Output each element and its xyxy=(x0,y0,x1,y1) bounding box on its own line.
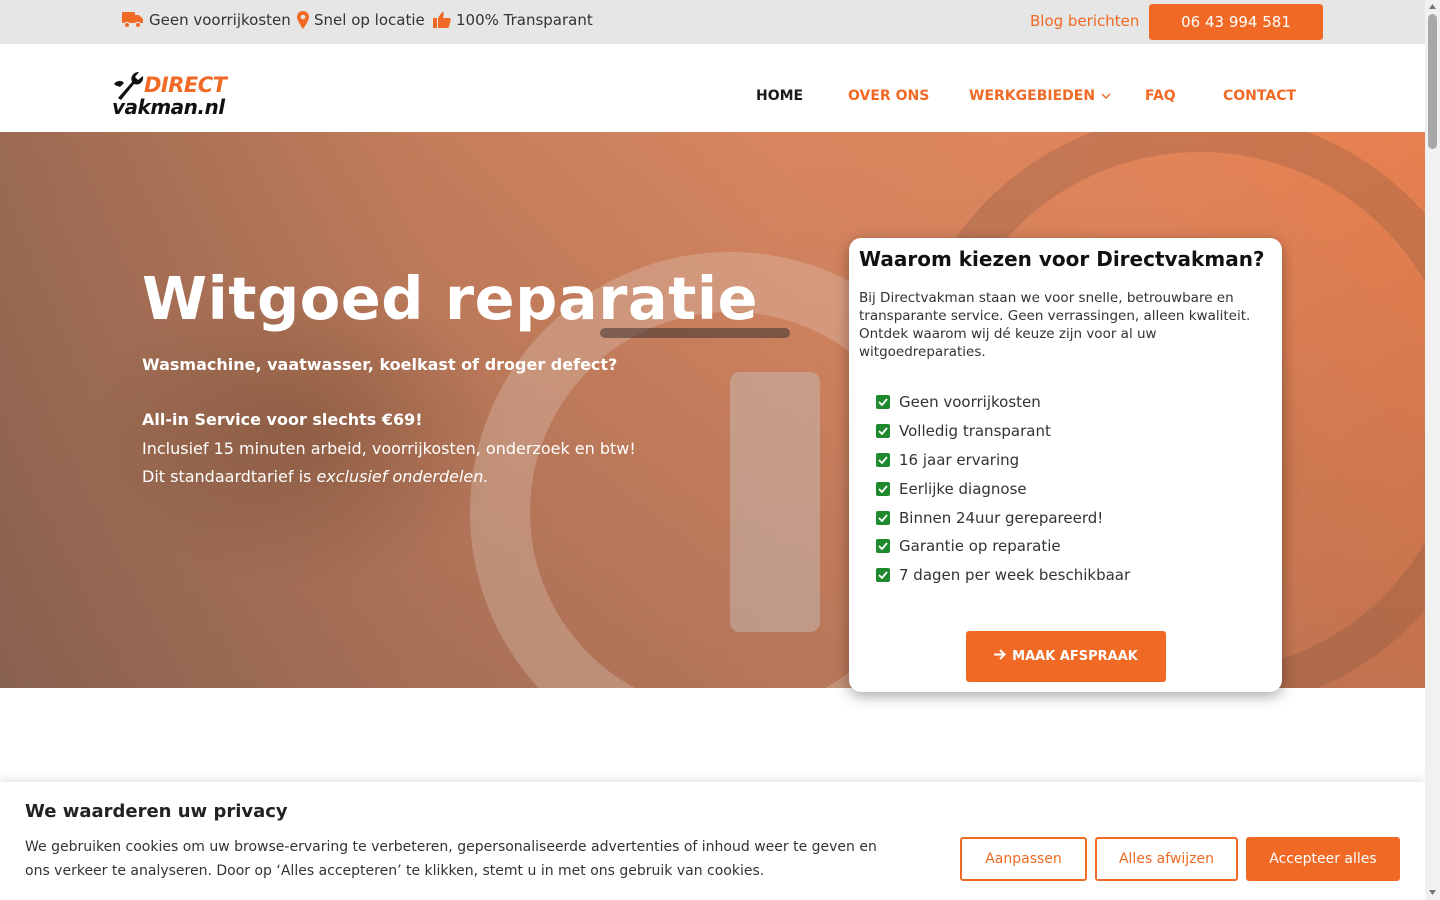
list-item: Garantie op reparatie xyxy=(876,532,1130,561)
nav-werkgebieden[interactable]: WERKGEBIEDEN xyxy=(969,88,1111,104)
why-choose-card: Waarom kiezen voor Directvakman? Bij Dir… xyxy=(849,238,1282,692)
blog-link[interactable]: Blog berichten xyxy=(1030,12,1139,30)
logo[interactable]: DIRECT vakman.nl xyxy=(112,70,237,122)
nav-contact[interactable]: CONTACT xyxy=(1223,88,1296,104)
top-bar: Geen voorrijkosten Snel op locatie 100% … xyxy=(0,0,1425,44)
nav-over-ons[interactable]: OVER ONS xyxy=(848,88,929,104)
list-item-label: Garantie op reparatie xyxy=(899,537,1061,556)
list-item-label: Binnen 24uur gerepareerd! xyxy=(899,508,1104,527)
hero-subtitle: Wasmachine, vaatwasser, koelkast of drog… xyxy=(142,355,618,374)
scroll-up-icon[interactable] xyxy=(1428,3,1437,11)
map-pin-icon xyxy=(297,11,309,29)
benefits-list: Geen voorrijkosten Volledig transparant … xyxy=(876,388,1130,590)
nav-werkgebieden-label: WERKGEBIEDEN xyxy=(969,88,1096,104)
usp-item: 100% Transparant xyxy=(433,11,593,29)
hero-title: Witgoed reparatie xyxy=(142,264,759,333)
usp-label: Snel op locatie xyxy=(314,11,425,29)
checkbox-icon xyxy=(876,424,890,439)
checkbox-icon xyxy=(876,395,890,410)
list-item-label: 16 jaar ervaring xyxy=(899,450,1020,469)
nav-faq[interactable]: FAQ xyxy=(1145,88,1176,104)
list-item-label: 7 dagen per week beschikbaar xyxy=(899,566,1131,585)
phone-button[interactable]: 06 43 994 581 xyxy=(1149,4,1323,40)
hero-includes-line: Inclusief 15 minuten arbeid, voorrijkost… xyxy=(142,439,636,458)
checkbox-icon xyxy=(876,481,890,496)
nav-home[interactable]: HOME xyxy=(756,88,803,104)
list-item: 7 dagen per week beschikbaar xyxy=(876,561,1130,590)
make-appointment-button[interactable]: MAAK AFSPRAAK xyxy=(966,631,1166,682)
scrollbar-thumb[interactable] xyxy=(1428,14,1437,149)
scrollbar[interactable] xyxy=(1425,0,1440,900)
list-item-label: Geen voorrijkosten xyxy=(899,393,1041,412)
usp-label: Geen voorrijkosten xyxy=(149,11,291,29)
list-item-label: Volledig transparant xyxy=(899,422,1051,441)
logo-line2: vakman.nl xyxy=(112,95,225,119)
chevron-down-icon xyxy=(1101,88,1111,104)
hero-tarief-prefix: Dit standaardtarief is xyxy=(142,467,317,486)
card-title: Waarom kiezen voor Directvakman? xyxy=(859,247,1265,271)
list-item: Binnen 24uur gerepareerd! xyxy=(876,503,1130,532)
accept-all-button[interactable]: Accepteer alles xyxy=(1246,837,1400,881)
usp-item: Snel op locatie xyxy=(297,11,425,29)
hero-tarief-line: Dit standaardtarief is exclusief onderde… xyxy=(142,467,489,486)
customize-button[interactable]: Aanpassen xyxy=(960,837,1087,881)
hero-background-image xyxy=(730,372,820,632)
list-item: Volledig transparant xyxy=(876,417,1130,446)
thumbs-up-icon xyxy=(433,11,451,29)
hero-price-line: All-in Service voor slechts €69! xyxy=(142,410,423,429)
truck-icon xyxy=(122,11,144,29)
arrow-right-icon xyxy=(994,649,1007,664)
list-item: Geen voorrijkosten xyxy=(876,388,1130,417)
usp-label: 100% Transparant xyxy=(456,11,593,29)
hero-tarief-emphasis: exclusief onderdelen. xyxy=(316,467,489,486)
usp-item: Geen voorrijkosten xyxy=(122,11,291,29)
list-item: 16 jaar ervaring xyxy=(876,446,1130,475)
reject-all-button[interactable]: Alles afwijzen xyxy=(1095,837,1238,881)
card-text: Bij Directvakman staan we voor snelle, b… xyxy=(859,290,1251,360)
list-item: Eerlijke diagnose xyxy=(876,474,1130,503)
checkbox-icon xyxy=(876,568,890,583)
cookie-title: We waarderen uw privacy xyxy=(25,801,288,822)
checkbox-icon xyxy=(876,452,890,467)
scroll-down-icon[interactable] xyxy=(1428,888,1437,896)
make-appointment-label: MAAK AFSPRAAK xyxy=(1012,649,1138,664)
checkbox-icon xyxy=(876,510,890,525)
cookie-banner: We waarderen uw privacy We gebruiken coo… xyxy=(0,782,1425,900)
checkbox-icon xyxy=(876,539,890,554)
list-item-label: Eerlijke diagnose xyxy=(899,479,1027,498)
site-header: DIRECT vakman.nl HOME OVER ONS WERKGEBIE… xyxy=(0,44,1425,132)
cookie-text: We gebruiken cookies om uw browse-ervari… xyxy=(25,839,877,879)
logo-line1: DIRECT xyxy=(144,73,227,97)
